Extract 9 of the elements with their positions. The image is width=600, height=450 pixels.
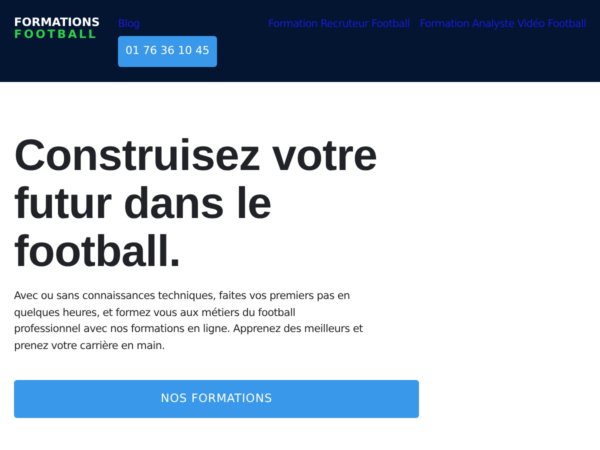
formations-button[interactable]: NOS FORMATIONS — [14, 380, 419, 418]
hero-text: Avec ou sans connaissances techniques, faites vos premiers pas en quelques heures, et formez vous aux métiers du football professionnel avec nos formations en ligne. Apprenez des meilleurs et prenez votre carrière en main. — [14, 289, 364, 354]
nav-link[interactable]: Blog — [118, 17, 140, 33]
logo-text: FORMATIONS — [14, 17, 101, 28]
nav-link[interactable]: Formation Analyste Vidéo Football — [420, 17, 586, 33]
phone-button[interactable]: 01 76 36 10 45 — [118, 36, 217, 67]
logo-text: FOOTBALL — [14, 28, 99, 40]
nav-link[interactable]: Formation Recruteur Football — [268, 17, 410, 33]
hero-heading: Construisez votre futur dans le football. — [14, 132, 378, 276]
